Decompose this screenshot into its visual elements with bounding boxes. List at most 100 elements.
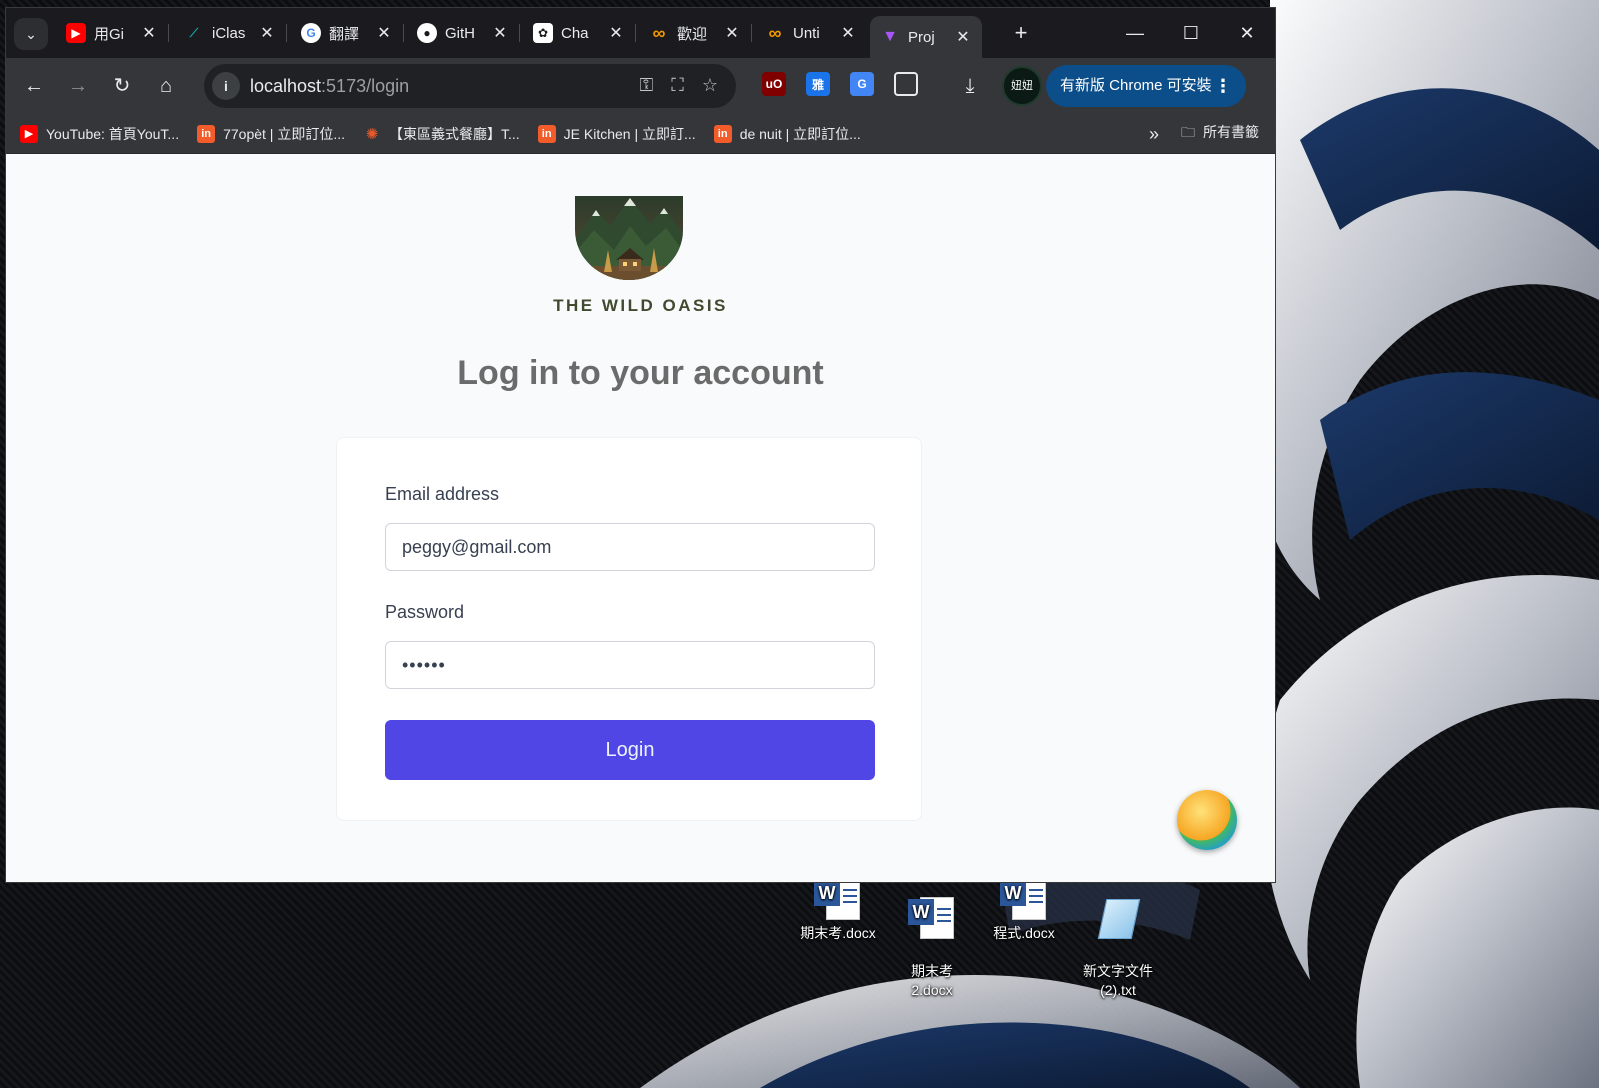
github-icon: ● [417, 23, 437, 43]
tab-translate[interactable]: G 翻譯 ✕ [291, 16, 404, 50]
bookmarks-right: » 🗀 所有書籤 [1149, 114, 1259, 154]
brand-name: THE WILD OASIS [553, 296, 728, 315]
email-field[interactable] [385, 523, 875, 571]
window-controls: — ☐ ✕ [1107, 8, 1275, 58]
bookmark-label: de nuit | 立即訂位... [739, 125, 861, 142]
desktop-icon-label: 程式.docx [993, 925, 1055, 941]
more-menu-icon[interactable]: ⋮ [1214, 65, 1232, 107]
google-translate-extension-icon[interactable]: G [850, 72, 874, 96]
url-text[interactable]: localhost:5173/login [250, 76, 409, 97]
bookmark-je-kitchen[interactable]: in JE Kitchen | 立即訂... [537, 124, 696, 144]
infinity-icon: ∞ [652, 22, 666, 43]
wild-oasis-logo [575, 196, 683, 280]
tab-untitled[interactable]: ∞ Unti ✕ [755, 16, 867, 50]
floating-beach-assistant-icon[interactable] [1177, 790, 1237, 850]
inline-icon: in [197, 124, 216, 143]
bookmark-label: JE Kitchen | 立即訂... [563, 125, 696, 142]
tab-welcome[interactable]: ∞ 歡迎 ✕ [639, 16, 752, 50]
password-field[interactable]: •••••• [385, 641, 875, 689]
bookmark-label: YouTube: 首頁YouT... [46, 125, 180, 142]
tab-project-active[interactable]: ▼ Proj ✕ [870, 16, 982, 58]
inline-icon: in [713, 124, 732, 143]
tab-title: 翻譯 [329, 25, 360, 43]
youtube-icon: ▶ [66, 23, 86, 43]
translate-icon[interactable]: ⛶ [671, 75, 684, 96]
desktop-icon-new-text-file[interactable]: 新文字文件 (2).txt [1070, 878, 1166, 1019]
tab-search-button[interactable]: ⌄ [14, 18, 48, 50]
url-path: :5173/login [321, 75, 410, 96]
tab-title: Proj [908, 28, 935, 46]
extensions-puzzle-icon[interactable] [894, 72, 918, 96]
password-label: Password [385, 602, 465, 622]
bookmark-77opet[interactable]: in 77opèt | 立即訂位... [197, 124, 345, 144]
notepad-icon [1092, 897, 1144, 939]
reload-icon[interactable]: ↻ [106, 70, 138, 102]
password-key-icon[interactable]: ⚿ [640, 75, 654, 96]
all-bookmarks-button[interactable]: 🗀 所有書籤 [1181, 122, 1259, 146]
tab-close-icon[interactable]: ✕ [140, 23, 158, 43]
desktop-icon-program-docx[interactable]: W 程式.docx [976, 878, 1072, 943]
dictionary-extension-icon[interactable]: 雅 [806, 72, 830, 96]
bookmark-italian-restaurant[interactable]: ✺ 【東區義式餐廳】T... [363, 124, 520, 144]
page-title: Log in to your account [457, 354, 824, 392]
download-icon[interactable]: ⤓ [954, 70, 986, 102]
tab-title: GitH [445, 24, 475, 42]
bookmark-youtube[interactable]: ▶ YouTube: 首頁YouT... [20, 124, 179, 144]
chevron-down-icon: ⌄ [25, 26, 37, 42]
login-button[interactable]: Login [385, 720, 875, 780]
email-label: Email address [385, 484, 500, 504]
site-info-icon[interactable]: i [212, 72, 240, 100]
infinity-icon: ∞ [768, 22, 782, 43]
chatgpt-icon: ✿ [533, 23, 553, 43]
bookmark-label: 【東區義式餐廳】T... [389, 125, 520, 142]
tab-title: 歡迎 [677, 25, 708, 43]
maximize-icon[interactable]: ☐ [1163, 8, 1219, 58]
bookmark-de-nuit[interactable]: in de nuit | 立即訂位... [713, 124, 861, 144]
browser-window: ⌄ ▶ 用Gi ✕ ⟋ iClas ✕ G 翻譯 ✕ ● GitH ✕ ✿ Ch… [6, 8, 1275, 882]
minimize-icon[interactable]: — [1107, 8, 1163, 58]
bookmarks-overflow-icon[interactable]: » [1149, 124, 1159, 145]
tab-close-icon[interactable]: ✕ [375, 23, 393, 43]
tab-youtube[interactable]: ▶ 用Gi ✕ [56, 16, 169, 50]
back-arrow-icon[interactable]: ← [18, 70, 50, 102]
desktop-icon-exam-docx[interactable]: W 期末考.docx [790, 878, 886, 943]
home-icon[interactable]: ⌂ [150, 70, 182, 102]
inline-icon: in [537, 124, 556, 143]
tab-close-icon[interactable]: ✕ [839, 23, 857, 43]
tab-close-icon[interactable]: ✕ [491, 23, 509, 43]
page-viewport: THE WILD OASIS Log in to your account Em… [6, 154, 1275, 882]
flower-icon: ✺ [365, 125, 379, 143]
chrome-update-button[interactable]: 有新版 Chrome 可安裝 ⋮ [1046, 65, 1246, 107]
tab-github[interactable]: ● GitH ✕ [407, 16, 520, 50]
close-window-icon[interactable]: ✕ [1219, 8, 1275, 58]
desktop-icon-label: 新文字文件 (2).txt [1083, 963, 1153, 998]
tab-title: Cha [561, 24, 589, 42]
iclass-icon: ⟋ [189, 25, 199, 40]
desktop-icon-exam2-docx[interactable]: W 期末考 2.docx [884, 878, 980, 1019]
forward-arrow-icon[interactable]: → [62, 70, 94, 102]
browser-toolbar: ← → ↻ ⌂ i localhost:5173/login ⚿ ⛶ ☆ uO … [6, 58, 1275, 114]
tab-close-icon[interactable]: ✕ [258, 23, 276, 43]
all-bookmarks-label: 所有書籤 [1203, 124, 1259, 140]
bookmark-star-icon[interactable]: ☆ [702, 75, 718, 96]
desktop-icon-label: 期末考.docx [800, 925, 876, 941]
address-bar[interactable]: i localhost:5173/login ⚿ ⛶ ☆ [204, 64, 736, 108]
profile-avatar[interactable]: 妞妞 [1002, 66, 1042, 106]
desktop-icon-label: 期末考 2.docx [911, 963, 953, 998]
update-button-label: 有新版 Chrome 可安裝 [1060, 77, 1212, 94]
tab-close-icon[interactable]: ✕ [954, 27, 972, 47]
word-document-icon: W [908, 897, 956, 939]
tab-title: 用Gi [94, 25, 125, 43]
youtube-icon: ▶ [20, 124, 38, 143]
folder-icon: 🗀 [1181, 124, 1195, 140]
ublock-extension-icon[interactable]: uO [762, 72, 786, 96]
tab-iclass[interactable]: ⟋ iClas ✕ [174, 16, 287, 50]
bookmark-label: 77opèt | 立即訂位... [223, 125, 345, 142]
tab-close-icon[interactable]: ✕ [607, 23, 625, 43]
new-tab-button[interactable]: + [1006, 20, 1036, 46]
tab-title: Unti [793, 24, 820, 42]
url-host: localhost [250, 75, 322, 96]
tab-close-icon[interactable]: ✕ [723, 23, 741, 43]
google-icon: G [301, 23, 321, 43]
tab-chatgpt[interactable]: ✿ Cha ✕ [523, 16, 636, 50]
